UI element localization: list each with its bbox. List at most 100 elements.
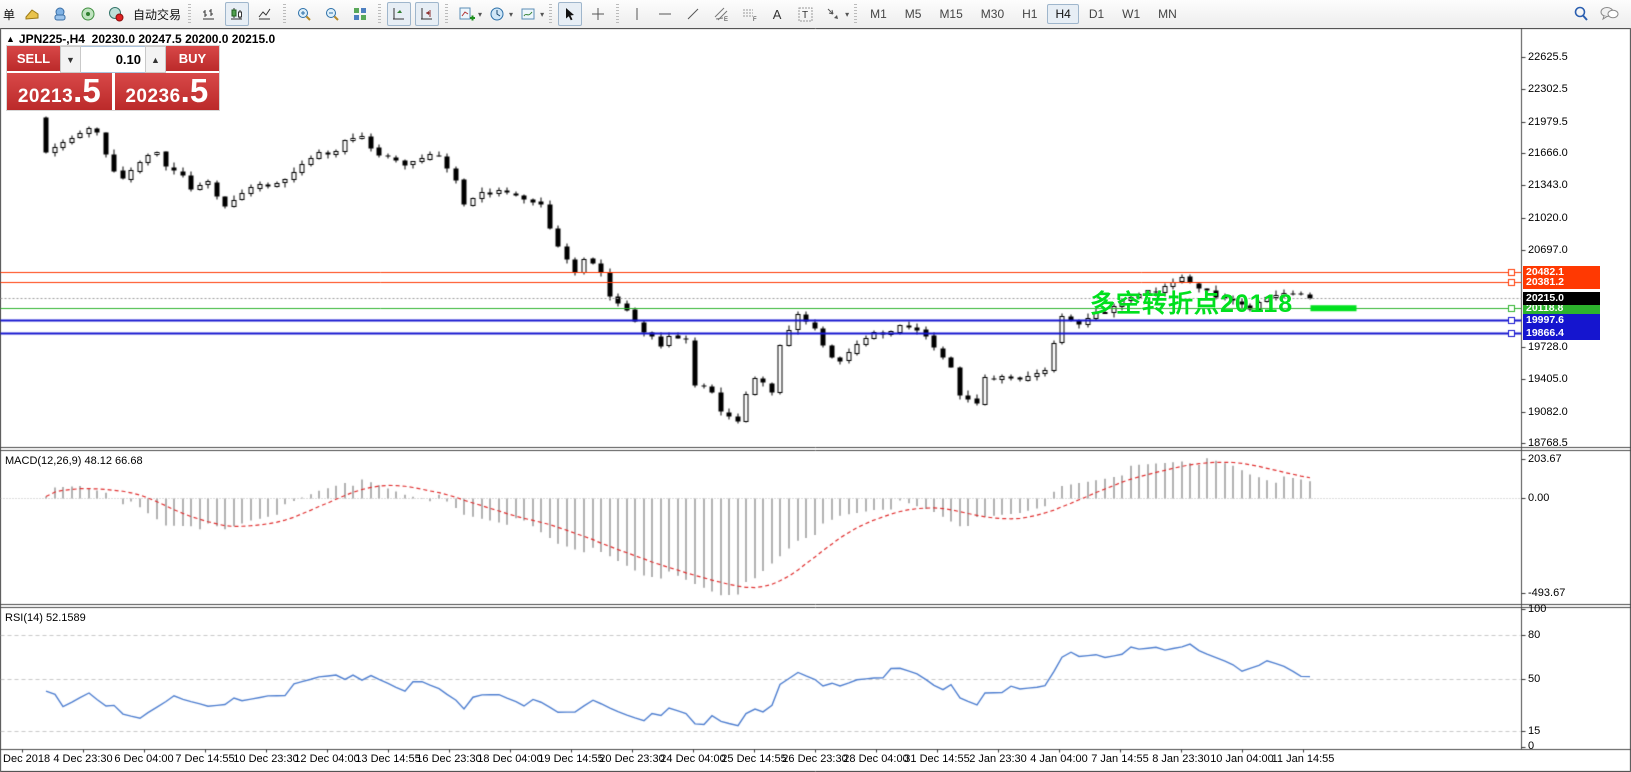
date-tick-label: 6 Dec 04:00 xyxy=(114,753,174,765)
date-tick-label: 10 Jan 04:00 xyxy=(1210,753,1274,765)
price-tick-label: 20697.0 xyxy=(1528,244,1568,256)
date-tick-label: 28 Dec 04:00 xyxy=(843,753,909,765)
signals-icon[interactable] xyxy=(76,2,100,26)
indicators-icon[interactable] xyxy=(454,2,478,26)
toolbar-grip xyxy=(376,4,384,24)
volume-stepper: ▼ ▲ xyxy=(60,46,166,73)
hline-price-chip[interactable]: 19997.6 xyxy=(1523,314,1600,327)
buy-price-display[interactable]: 20236.5 xyxy=(114,73,219,110)
timeframe-button-m30[interactable]: M30 xyxy=(973,4,1012,24)
label-tool-icon[interactable]: T xyxy=(793,2,817,26)
new-order-button[interactable]: 单 xyxy=(3,6,15,23)
timeframe-button-mn[interactable]: MN xyxy=(1150,4,1185,24)
horizontal-line-tool-icon[interactable] xyxy=(653,2,677,26)
date-tick-label: 11 Jan 14:55 xyxy=(1271,753,1335,765)
arrows-dropdown-icon[interactable]: ▾ xyxy=(845,10,849,19)
zoom-out-icon[interactable] xyxy=(320,2,344,26)
volume-decrease-button[interactable]: ▼ xyxy=(60,46,81,73)
toolbar-grip xyxy=(852,4,860,24)
arrows-tool-icon[interactable] xyxy=(821,2,845,26)
fibonacci-tool-icon[interactable]: F xyxy=(737,2,761,26)
price-tick-label: 19082.0 xyxy=(1528,406,1568,418)
chart-shift-icon[interactable] xyxy=(415,2,440,26)
hline-price-chip[interactable]: 19866.4 xyxy=(1523,327,1600,340)
price-tick-label: 21666.0 xyxy=(1528,147,1568,159)
templates-icon[interactable] xyxy=(516,2,540,26)
chart-symbol-header: ▲ JPN225-,H4 20230.0 20247.5 20200.0 2021… xyxy=(6,32,275,46)
buy-button[interactable]: BUY xyxy=(166,46,219,73)
timeframe-button-w1[interactable]: W1 xyxy=(1114,4,1148,24)
price-tick-label: 18768.5 xyxy=(1528,437,1568,449)
date-tick-label: 8 Jan 23:30 xyxy=(1152,753,1210,765)
current-price-chip: 20215.0 xyxy=(1523,292,1600,305)
date-tick-label: 25 Dec 14:55 xyxy=(721,753,787,765)
date-tick-label: 16 Dec 23:30 xyxy=(416,753,482,765)
symbol-period-label: JPN225-,H4 xyxy=(18,32,85,46)
periods-dropdown-icon[interactable]: ▾ xyxy=(509,10,513,19)
indicators-dropdown-icon[interactable]: ▾ xyxy=(478,10,482,19)
rsi-tick-label: 100 xyxy=(1528,603,1547,615)
one-click-trading-widget: SELL ▼ ▲ BUY 20213.5 20236.5 xyxy=(7,46,219,110)
tile-windows-icon[interactable] xyxy=(348,2,372,26)
text-tool-icon[interactable]: A xyxy=(765,2,789,26)
autotrading-label[interactable]: 自动交易 xyxy=(133,6,181,23)
search-icon[interactable] xyxy=(1569,2,1593,26)
rsi-tick-label: 15 xyxy=(1528,725,1541,737)
templates-dropdown-icon[interactable]: ▾ xyxy=(540,10,544,19)
line-chart-type-icon[interactable] xyxy=(253,2,277,26)
trendline-tool-icon[interactable] xyxy=(681,2,705,26)
rsi-tick-label: 0 xyxy=(1528,740,1535,752)
bar-chart-type-icon[interactable] xyxy=(197,2,221,26)
date-tick-label: 2 Jan 23:30 xyxy=(969,753,1027,765)
price-tick-label: 21020.0 xyxy=(1528,212,1568,224)
zoom-in-icon[interactable] xyxy=(292,2,316,26)
date-tick-label: 19 Dec 14:55 xyxy=(538,753,604,765)
ohlc-values: 20230.0 20247.5 20200.0 20215.0 xyxy=(91,32,276,46)
rsi-label: RSI(14) 52.1589 xyxy=(5,612,86,624)
chart-annotation-text[interactable]: 多空转折点20118 xyxy=(1090,284,1293,320)
price-tick-label: 21979.5 xyxy=(1528,116,1568,128)
market-watch-icon[interactable] xyxy=(20,2,44,26)
date-tick-label: 4 Jan 04:00 xyxy=(1030,753,1088,765)
date-tick-label: 4 Dec 23:30 xyxy=(53,753,113,765)
date-tick-label: 24 Dec 04:00 xyxy=(660,753,726,765)
date-tick-label: 13 Dec 14:55 xyxy=(355,753,421,765)
hline-price-chip[interactable]: 20381.2 xyxy=(1523,276,1600,289)
svg-text:F: F xyxy=(753,17,757,23)
chat-icon[interactable] xyxy=(1597,2,1621,26)
timeframe-button-m5[interactable]: M5 xyxy=(897,4,930,24)
macd-tick-label: 203.67 xyxy=(1528,453,1562,465)
auto-scroll-icon[interactable] xyxy=(387,2,412,26)
price-tick-label: 21343.0 xyxy=(1528,179,1568,191)
main-chart-canvas[interactable] xyxy=(0,28,1631,772)
data-window-icon[interactable] xyxy=(48,2,72,26)
macd-label: MACD(12,26,9) 48.12 66.68 xyxy=(5,455,143,467)
price-tick-label: 19405.0 xyxy=(1528,373,1568,385)
date-tick-label: 7 Dec 14:55 xyxy=(175,753,235,765)
timeframe-button-h4[interactable]: H4 xyxy=(1047,4,1079,24)
chart-window: ▲ JPN225-,H4 20230.0 20247.5 20200.0 2021… xyxy=(0,28,1631,772)
price-tick-label: 22302.5 xyxy=(1528,83,1568,95)
toolbar-grip xyxy=(614,4,622,24)
svg-text:E: E xyxy=(724,17,728,23)
date-tick-label: 31 Dec 14:55 xyxy=(904,753,970,765)
date-tick-label: 12 Dec 04:00 xyxy=(294,753,360,765)
volume-input[interactable] xyxy=(81,46,145,73)
sell-button[interactable]: SELL xyxy=(7,46,60,73)
date-tick-label: 20 Dec 23:30 xyxy=(599,753,665,765)
volume-increase-button[interactable]: ▲ xyxy=(145,46,166,73)
periods-icon[interactable] xyxy=(485,2,509,26)
candlestick-chart-type-icon[interactable] xyxy=(225,2,250,26)
cursor-icon[interactable] xyxy=(558,2,583,26)
timeframe-button-d1[interactable]: D1 xyxy=(1081,4,1112,24)
timeframe-button-h1[interactable]: H1 xyxy=(1014,4,1045,24)
vertical-line-tool-icon[interactable] xyxy=(625,2,649,26)
crosshair-icon[interactable] xyxy=(586,2,610,26)
sell-price-display[interactable]: 20213.5 xyxy=(7,73,112,110)
autotrading-icon[interactable] xyxy=(104,2,128,26)
timeframe-button-m15[interactable]: M15 xyxy=(931,4,970,24)
equidistant-channel-tool-icon[interactable]: E xyxy=(709,2,733,26)
timeframe-button-m1[interactable]: M1 xyxy=(862,4,895,24)
date-tick-label: 7 Jan 14:55 xyxy=(1091,753,1149,765)
toolbar-grip xyxy=(186,4,194,24)
